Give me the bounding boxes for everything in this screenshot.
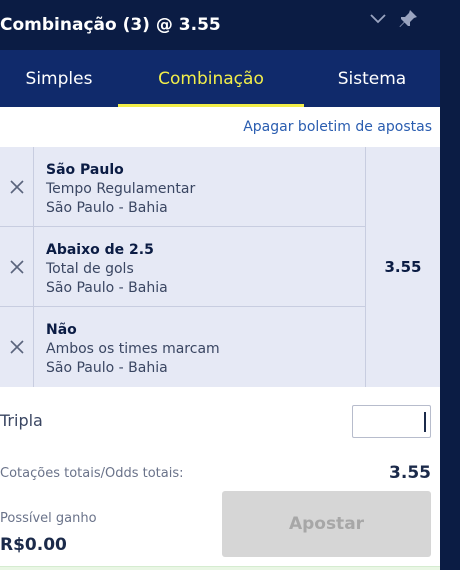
bet-type-tabs: Simples Combinação Sistema — [0, 50, 440, 107]
text-caret — [424, 412, 426, 432]
selections-list: São Paulo Tempo Regulamentar São Paulo -… — [0, 147, 440, 387]
selection-name: Não — [46, 322, 77, 338]
tab-simples[interactable]: Simples — [0, 50, 118, 107]
side-panel-edge — [440, 0, 460, 570]
clear-betslip-link[interactable]: Apagar boletim de apostas — [0, 107, 440, 147]
pin-icon[interactable] — [398, 9, 418, 29]
betslip-header[interactable]: Combinação (3) @ 3.55 — [0, 0, 440, 50]
combined-odds: 3.55 — [365, 147, 440, 387]
list-item: Abaixo de 2.5 Total de gols São Paulo - … — [0, 227, 365, 307]
chevron-down-icon[interactable] — [370, 14, 386, 24]
event-name: São Paulo - Bahia — [46, 280, 168, 296]
possible-win-label: Possível ganho — [0, 511, 97, 526]
list-item: São Paulo Tempo Regulamentar São Paulo -… — [0, 147, 365, 227]
stake-input[interactable] — [352, 405, 431, 438]
market-name: Ambos os times marcam — [46, 341, 220, 357]
market-name: Total de gols — [46, 261, 134, 277]
tab-combinacao[interactable]: Combinação — [118, 50, 304, 107]
total-odds-value: 3.55 — [389, 463, 431, 483]
close-icon[interactable] — [0, 307, 34, 387]
total-odds-label: Cotações totais/Odds totais: — [0, 466, 184, 481]
selection-name: São Paulo — [46, 162, 124, 178]
market-name: Tempo Regulamentar — [46, 181, 196, 197]
possible-win-value: R$0.00 — [0, 535, 67, 555]
selection-name: Abaixo de 2.5 — [46, 242, 154, 258]
total-odds-row: Cotações totais/Odds totais: 3.55 — [0, 453, 440, 493]
stake-label: Tripla — [0, 411, 43, 430]
tab-sistema[interactable]: Sistema — [304, 50, 440, 107]
place-bet-button[interactable]: Apostar — [222, 491, 431, 557]
event-name: São Paulo - Bahia — [46, 360, 168, 376]
close-icon[interactable] — [0, 227, 34, 307]
close-icon[interactable] — [0, 147, 34, 227]
stake-row: Tripla — [0, 387, 440, 453]
betslip-title: Combinação (3) @ 3.55 — [0, 15, 221, 35]
list-item: Não Ambos os times marcam São Paulo - Ba… — [0, 307, 365, 387]
event-name: São Paulo - Bahia — [46, 200, 168, 216]
divider — [0, 566, 440, 570]
